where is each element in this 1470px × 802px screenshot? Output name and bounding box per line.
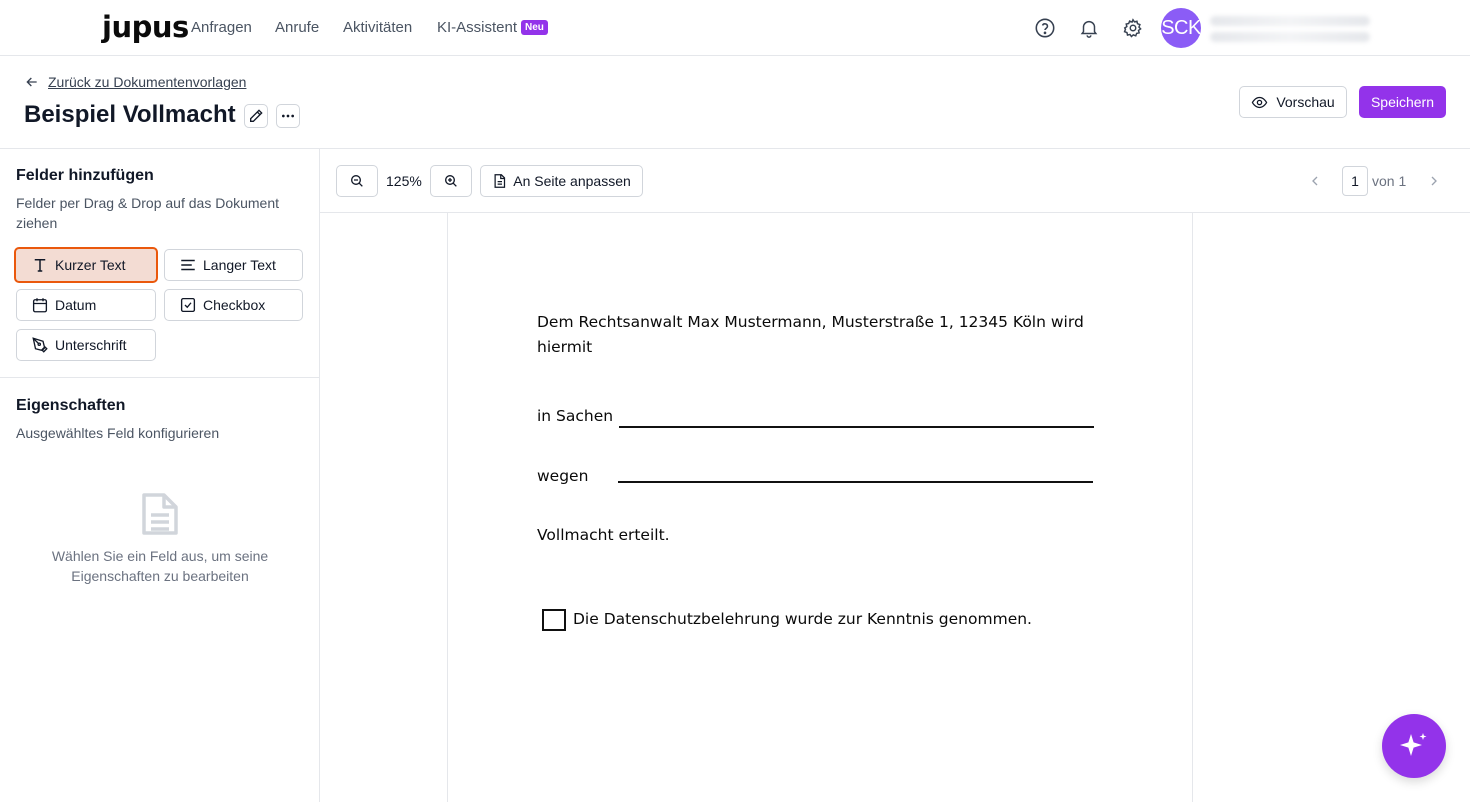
fit-page-label: An Seite anpassen	[513, 173, 631, 189]
zoom-out-button[interactable]	[336, 165, 378, 197]
checkbox-icon	[180, 297, 196, 313]
doc-wegen-line[interactable]	[618, 481, 1093, 483]
fields-title: Felder hinzufügen	[16, 167, 154, 184]
field-date-label: Datum	[55, 297, 97, 313]
fit-page-button[interactable]: An Seite anpassen	[480, 165, 643, 197]
bell-icon[interactable]	[1078, 17, 1100, 39]
signature-pen-icon	[32, 337, 48, 353]
doc-sachen-line[interactable]	[619, 426, 1094, 428]
doc-intro-line2: hiermit	[537, 338, 593, 356]
doc-checkbox-label: Die Datenschutzbelehrung wurde zur Kennt…	[573, 610, 1032, 628]
back-link-label: Zurück zu Dokumentenvorlagen	[48, 74, 247, 90]
field-short-text[interactable]: Kurzer Text	[14, 247, 158, 283]
nav-link-ki-assistent[interactable]: KI-Assistent	[437, 19, 517, 36]
page-total: von 1	[1372, 173, 1407, 189]
save-button[interactable]: Speichern	[1359, 86, 1446, 118]
properties-title: Eigenschaften	[16, 397, 126, 414]
file-icon	[494, 174, 506, 188]
document-canvas[interactable]: Dem Rechtsanwalt Max Mustermann, Musters…	[320, 213, 1470, 802]
eye-icon	[1252, 96, 1268, 108]
properties-empty-text: Wählen Sie ein Feld aus, um seine Eigens…	[51, 548, 269, 584]
field-checkbox-label: Checkbox	[203, 297, 266, 313]
zoom-level: 125%	[386, 173, 422, 189]
zoom-in-icon	[445, 175, 457, 187]
user-name-redacted	[1210, 16, 1370, 26]
fields-subtitle: Felder per Drag & Drop auf das Dokument …	[16, 195, 280, 231]
ai-assistant-button[interactable]	[1382, 714, 1446, 778]
field-date[interactable]: Datum	[16, 289, 156, 321]
zoom-out-icon	[351, 175, 363, 187]
gear-icon[interactable]	[1122, 17, 1144, 39]
user-email-redacted	[1210, 32, 1370, 42]
document-page[interactable]: Dem Rechtsanwalt Max Mustermann, Musters…	[447, 213, 1193, 802]
chevron-right-icon	[1431, 176, 1437, 186]
document-icon	[140, 491, 180, 542]
calendar-icon	[32, 298, 48, 313]
sidebar-divider	[0, 377, 319, 378]
logo[interactable]: jupus	[102, 10, 189, 44]
chevron-left-icon	[1312, 176, 1318, 186]
nav-link-aktivitaeten[interactable]: Aktivitäten	[343, 19, 412, 36]
properties-subtitle: Ausgewähltes Feld konfigurieren	[16, 425, 220, 441]
field-signature[interactable]: Unterschrift	[16, 329, 156, 361]
field-signature-label: Unterschrift	[55, 337, 127, 353]
nav-link-anfragen[interactable]: Anfragen	[191, 19, 252, 36]
preview-button-label: Vorschau	[1276, 94, 1335, 110]
arrow-left-icon	[26, 77, 37, 87]
sidebar: Felder hinzufügen Felder per Drag & Drop…	[0, 149, 320, 802]
zoom-in-button[interactable]	[430, 165, 472, 197]
page-title: Beispiel Vollmacht	[24, 101, 236, 128]
doc-sachen-label: in Sachen	[537, 407, 614, 425]
lines-icon	[181, 259, 195, 271]
preview-button[interactable]: Vorschau	[1239, 86, 1347, 118]
field-long-text[interactable]: Langer Text	[164, 249, 303, 281]
more-options-button[interactable]	[276, 104, 300, 128]
text-icon	[34, 259, 46, 272]
help-circle-icon[interactable]	[1034, 17, 1056, 39]
doc-wegen-label: wegen	[537, 467, 589, 485]
sparkle-icon	[1400, 733, 1427, 756]
edit-title-button[interactable]	[244, 104, 268, 128]
back-link[interactable]: Zurück zu Dokumentenvorlagen	[24, 74, 246, 90]
doc-intro-line1: Dem Rechtsanwalt Max Mustermann, Musters…	[537, 313, 1084, 331]
field-long-text-label: Langer Text	[203, 257, 276, 273]
ellipsis-icon	[282, 114, 294, 118]
new-badge: Neu	[521, 20, 548, 35]
doc-checkbox[interactable]	[542, 609, 566, 631]
page-number-input[interactable]: 1	[1342, 166, 1368, 196]
pencil-icon	[250, 109, 263, 122]
field-checkbox[interactable]: Checkbox	[164, 289, 303, 321]
doc-vollmacht-text: Vollmacht erteilt.	[537, 526, 670, 544]
prev-page-button[interactable]	[1307, 173, 1323, 194]
avatar[interactable]: SCK	[1161, 8, 1201, 48]
field-short-text-label: Kurzer Text	[55, 257, 126, 273]
next-page-button[interactable]	[1426, 173, 1442, 194]
top-nav: jupus Anfragen Anrufe Aktivitäten KI-Ass…	[0, 0, 1470, 56]
nav-link-anrufe[interactable]: Anrufe	[275, 19, 319, 36]
document-toolbar: 125% An Seite anpassen 1 von 1	[320, 149, 1470, 213]
